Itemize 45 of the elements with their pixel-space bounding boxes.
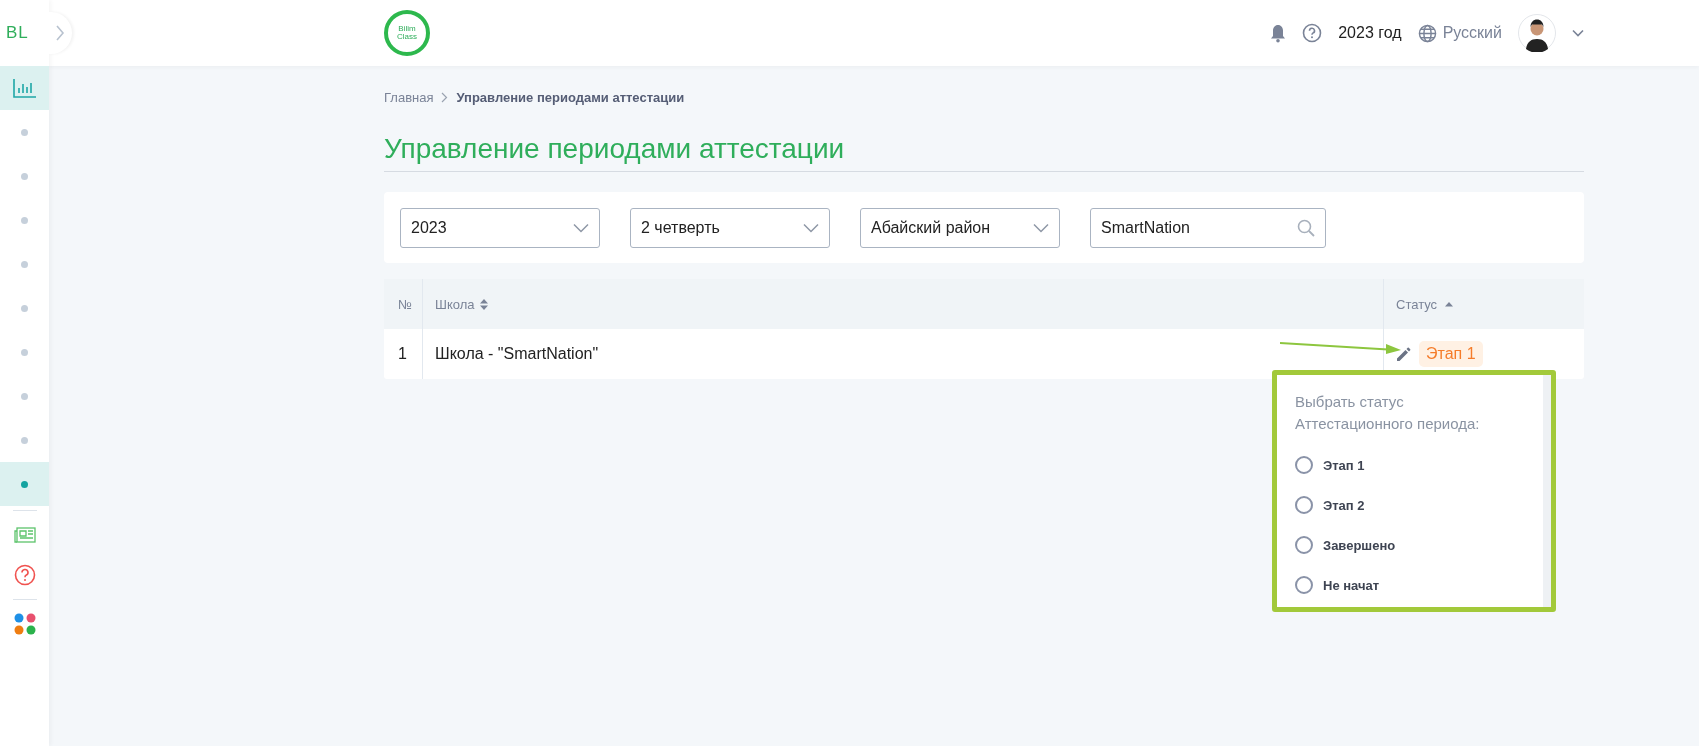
globe-icon[interactable] bbox=[1417, 23, 1437, 43]
avatar[interactable] bbox=[1518, 14, 1556, 52]
apps-icon[interactable] bbox=[13, 613, 36, 635]
option-label[interactable]: Завершено bbox=[1323, 537, 1396, 553]
search-field[interactable]: SmartNation bbox=[1090, 207, 1326, 248]
help-icon[interactable] bbox=[13, 564, 36, 586]
newspaper-icon[interactable] bbox=[13, 527, 36, 543]
popup-title: Выбрать статус Аттестационного периода: bbox=[1295, 392, 1481, 434]
sidebar-item[interactable] bbox=[0, 462, 49, 506]
search-icon[interactable] bbox=[1297, 218, 1315, 237]
breadcrumb-current: Управление периодами аттестации bbox=[456, 90, 685, 105]
select-field[interactable]: Абайский район bbox=[860, 207, 1060, 248]
breadcrumb-link[interactable]: Главная bbox=[384, 90, 434, 105]
column-header[interactable]: Школа bbox=[435, 296, 475, 312]
option-label[interactable]: Не начат bbox=[1323, 577, 1380, 593]
bell-icon[interactable] bbox=[1270, 23, 1287, 43]
chevron-right-icon[interactable] bbox=[55, 25, 65, 41]
radio-button[interactable] bbox=[1295, 576, 1313, 594]
sidebar-item[interactable] bbox=[0, 66, 49, 110]
table-cell: Школа - "SmartNation" bbox=[435, 345, 599, 363]
sort-ascending-icon[interactable] bbox=[1445, 301, 1454, 307]
chevron-down-icon[interactable] bbox=[803, 222, 819, 233]
radio-button[interactable] bbox=[1295, 536, 1313, 554]
column-header: № bbox=[398, 296, 412, 312]
chart-icon[interactable] bbox=[12, 78, 37, 98]
edit-icon[interactable] bbox=[1396, 346, 1411, 362]
radio-button[interactable] bbox=[1295, 496, 1313, 514]
radio-button[interactable] bbox=[1295, 456, 1313, 474]
select-field[interactable]: 2023 bbox=[400, 207, 600, 248]
chevron-down-icon[interactable] bbox=[1033, 222, 1049, 233]
chevron-down-icon[interactable] bbox=[573, 222, 589, 233]
column-header[interactable]: Статус bbox=[1396, 296, 1438, 312]
status-badge: Этап 1 bbox=[1419, 341, 1483, 367]
option-label[interactable]: Этап 2 bbox=[1323, 497, 1365, 513]
table-cell: 1 bbox=[398, 345, 407, 363]
select-field[interactable]: 2 четверть bbox=[630, 207, 830, 248]
help-icon[interactable] bbox=[1302, 23, 1323, 43]
sort-icon[interactable] bbox=[479, 298, 488, 310]
language-button[interactable]: Русский bbox=[1417, 23, 1502, 43]
scrollbar[interactable] bbox=[1543, 375, 1551, 607]
year-label[interactable]: 2023 год bbox=[1338, 24, 1402, 42]
chevron-icon bbox=[441, 92, 449, 103]
option-label[interactable]: Этап 1 bbox=[1323, 457, 1365, 473]
page-title: Управление периодами аттестации bbox=[384, 133, 1584, 172]
caret-icon[interactable] bbox=[1572, 29, 1584, 37]
